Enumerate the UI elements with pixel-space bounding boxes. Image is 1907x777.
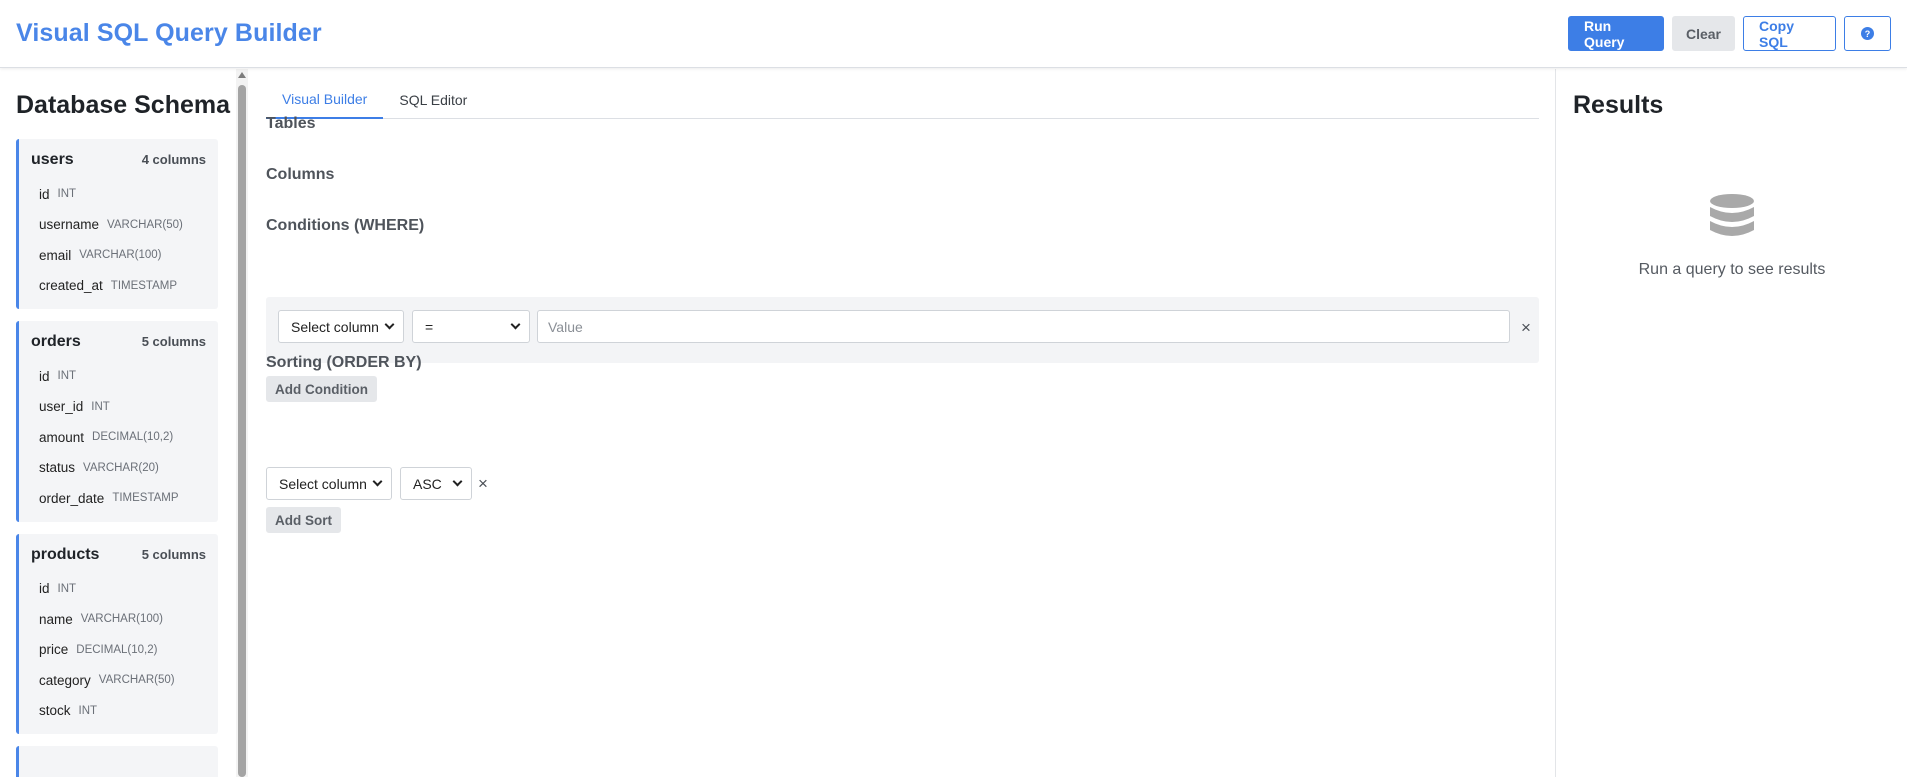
column-item[interactable]: created_at TIMESTAMP [31,271,206,302]
schema-list: users 4 columns id INT username VARCHAR(50… [16,139,218,777]
header-actions: Run Query Clear Copy SQL ? [1568,16,1891,51]
table-card-orders[interactable]: orders 5 columns id INT user_id INT amount… [16,321,218,522]
tables-section-title: Tables [266,115,316,132]
column-type: VARCHAR(50) [98,674,175,687]
column-name: order_date [39,490,105,506]
column-type: TIMESTAMP [110,279,178,292]
column-name: id [39,581,50,597]
column-item[interactable]: stock INT [31,696,206,727]
results-panel: Results Run a query to see results [1557,69,1907,777]
column-name: username [39,217,100,233]
column-count: 4 columns [141,152,206,167]
column-item[interactable]: username VARCHAR(50) [31,210,206,241]
sort-direction-select[interactable]: ASC [400,467,472,500]
column-type: INT [78,704,98,717]
chevron-down-icon [372,476,383,487]
column-item[interactable]: price DECIMAL(10,2) [31,635,206,666]
column-name: created_at [39,278,103,294]
help-button[interactable]: ? [1844,16,1891,51]
column-item[interactable]: id INT [31,179,206,210]
run-query-button[interactable]: Run Query [1568,16,1664,51]
column-name: price [39,642,69,658]
database-icon [1710,194,1754,236]
column-name: name [39,611,73,627]
table-name: products [31,545,100,563]
column-name: amount [39,429,85,445]
column-item[interactable]: status VARCHAR(20) [31,453,206,484]
table-card-users[interactable]: users 4 columns id INT username VARCHAR(50… [16,139,218,309]
column-type: INT [57,370,77,383]
tab-visual-builder[interactable]: Visual Builder [266,81,384,119]
schema-sidebar: Database Schema users 4 columns id INT us… [0,69,247,777]
conditions-section-title: Conditions (WHERE) [266,217,425,234]
column-type: INT [57,188,77,201]
column-type: DECIMAL(10,2) [76,643,158,656]
column-type: VARCHAR(20) [83,461,159,474]
column-type: VARCHAR(100) [80,613,164,626]
sort-column-select[interactable]: Select column [266,467,392,500]
add-sort-button[interactable]: Add Sort [266,507,341,533]
sidebar-title: Database Schema [16,91,231,119]
tab-sql-editor[interactable]: SQL Editor [383,81,483,119]
sidebar-scrollbar[interactable] [236,69,248,777]
app-header: Visual SQL Query Builder Run Query Clear… [0,0,1907,68]
column-item[interactable]: amount DECIMAL(10,2) [31,422,206,453]
scrollbar-thumb[interactable] [238,85,246,777]
column-type: INT [91,400,110,413]
column-count: 5 columns [141,546,206,562]
column-item[interactable]: user_id INT [31,392,206,423]
table-card-products[interactable]: products 5 columns id INT name VARCHAR(100… [16,533,218,734]
column-type: TIMESTAMP [112,492,179,505]
clear-button[interactable]: Clear [1672,16,1735,51]
builder-tabs: Visual Builder SQL Editor [266,81,1539,119]
condition-operator-select[interactable]: = [412,310,530,343]
column-item[interactable]: order_date TIMESTAMP [31,483,206,514]
column-type: DECIMAL(10,2) [92,431,174,444]
column-name: category [39,672,91,688]
column-name: email [39,247,72,263]
column-item[interactable]: id INT [31,361,206,392]
results-title: Results [1573,91,1664,119]
chevron-down-icon [510,319,521,330]
column-item[interactable]: id INT [31,574,206,605]
column-item[interactable]: category VARCHAR(50) [31,665,206,696]
remove-condition-close-icon[interactable]: × [1521,319,1531,336]
column-item[interactable]: email VARCHAR(100) [31,240,206,271]
condition-row: Select column = × [266,297,1539,363]
add-condition-button[interactable]: Add Condition [266,376,377,402]
app-title: Visual SQL Query Builder [16,19,322,47]
column-name: status [39,460,76,476]
column-name: id [39,368,50,384]
column-name: user_id [39,399,84,415]
sorting-section-title: Sorting (ORDER BY) [266,354,422,371]
column-count: 5 columns [141,334,206,349]
copy-sql-button[interactable]: Copy SQL [1743,16,1836,51]
chevron-down-icon [452,476,463,487]
column-name: id [39,186,50,202]
condition-column-select[interactable]: Select column [278,310,404,343]
column-type: VARCHAR(100) [79,249,162,262]
results-empty-message: Run a query to see results [1638,261,1826,278]
column-name: stock [39,703,71,719]
help-icon: ? [1861,27,1874,40]
remove-sort-close-icon[interactable]: × [478,475,488,492]
columns-section-title: Columns [266,166,335,183]
column-type: INT [57,582,77,595]
condition-value-input[interactable] [537,310,1510,343]
scroll-up-arrow-icon[interactable] [238,72,246,78]
table-name: users [31,151,74,168]
table-card-partial[interactable] [16,746,218,777]
table-name: orders [31,333,81,350]
column-type: VARCHAR(50) [107,218,183,231]
query-builder-panel: Visual Builder SQL Editor Tables Columns… [248,69,1556,777]
column-item[interactable]: name VARCHAR(100) [31,604,206,635]
chevron-down-icon [384,319,395,330]
